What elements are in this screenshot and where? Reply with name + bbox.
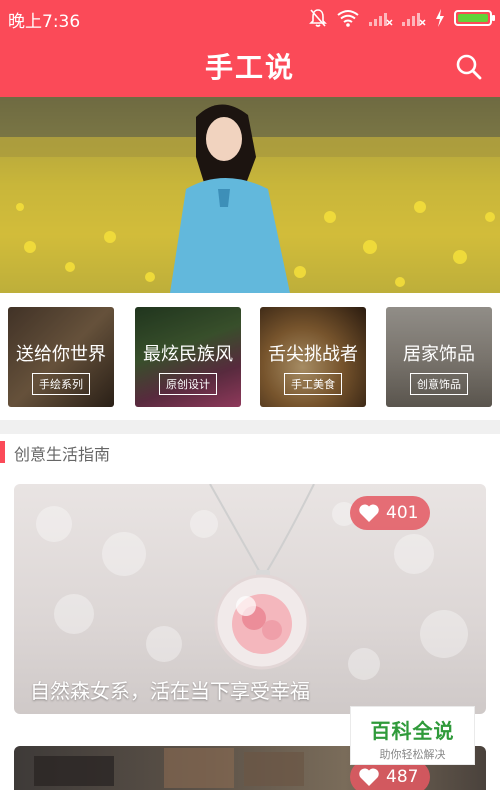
category-card-ethnic-style[interactable]: 最炫民族风 原创设计 [135, 307, 241, 407]
card-caption: 自然森女系，活在当下享受幸福 [30, 679, 310, 703]
banner-carousel[interactable] [0, 97, 500, 293]
category-title: 最炫民族风 [143, 344, 233, 365]
search-icon[interactable] [454, 52, 484, 82]
banner-photo [0, 97, 500, 293]
category-row: 送给你世界 手绘系列 最炫民族风 原创设计 舌尖挑战者 手工美食 居家饰品 创意… [0, 293, 500, 420]
section-title: 创意生活指南 [14, 445, 111, 464]
category-tag: 手绘系列 [32, 373, 90, 395]
heart-icon [359, 768, 379, 786]
wifi-icon [337, 10, 359, 27]
battery-icon [454, 10, 495, 26]
page-title: 手工说 [204, 51, 295, 84]
category-card-hand-drawn[interactable]: 送给你世界 手绘系列 [8, 307, 114, 407]
section-divider [0, 420, 500, 434]
category-tag: 创意饰品 [410, 373, 468, 395]
status-time: 晚上7:36 [8, 12, 81, 32]
charging-icon [436, 9, 444, 27]
status-icons [309, 6, 495, 30]
watermark-main: 百科全说 [370, 719, 455, 743]
like-count: 401 [386, 503, 419, 523]
category-title: 舌尖挑战者 [268, 344, 358, 365]
category-title: 送给你世界 [16, 344, 106, 365]
feed-card[interactable]: 401 自然森女系，活在当下享受幸福 [14, 484, 486, 714]
heart-icon [359, 504, 379, 522]
section-accent-bar [0, 441, 5, 463]
category-title: 居家饰品 [403, 344, 475, 365]
watermark-logo: 百科全说 助你轻松解决 [350, 706, 475, 765]
signal-2-icon [402, 13, 426, 26]
mute-bell-icon [309, 9, 327, 27]
like-count: 487 [386, 767, 419, 787]
section-header: 创意生活指南 [0, 440, 500, 464]
category-card-home-decor[interactable]: 居家饰品 创意饰品 [386, 307, 492, 407]
like-badge[interactable]: 401 [350, 496, 431, 530]
signal-1-icon [369, 13, 393, 26]
category-tag: 原创设计 [159, 373, 217, 395]
status-bar: 晚上7:36 [0, 0, 500, 36]
category-card-food[interactable]: 舌尖挑战者 手工美食 [260, 307, 366, 407]
battery-level [458, 14, 488, 22]
category-tag: 手工美食 [284, 373, 342, 395]
watermark-sub: 助你轻松解决 [379, 748, 446, 761]
app-header: 晚上7:36 手工说 [0, 0, 500, 97]
